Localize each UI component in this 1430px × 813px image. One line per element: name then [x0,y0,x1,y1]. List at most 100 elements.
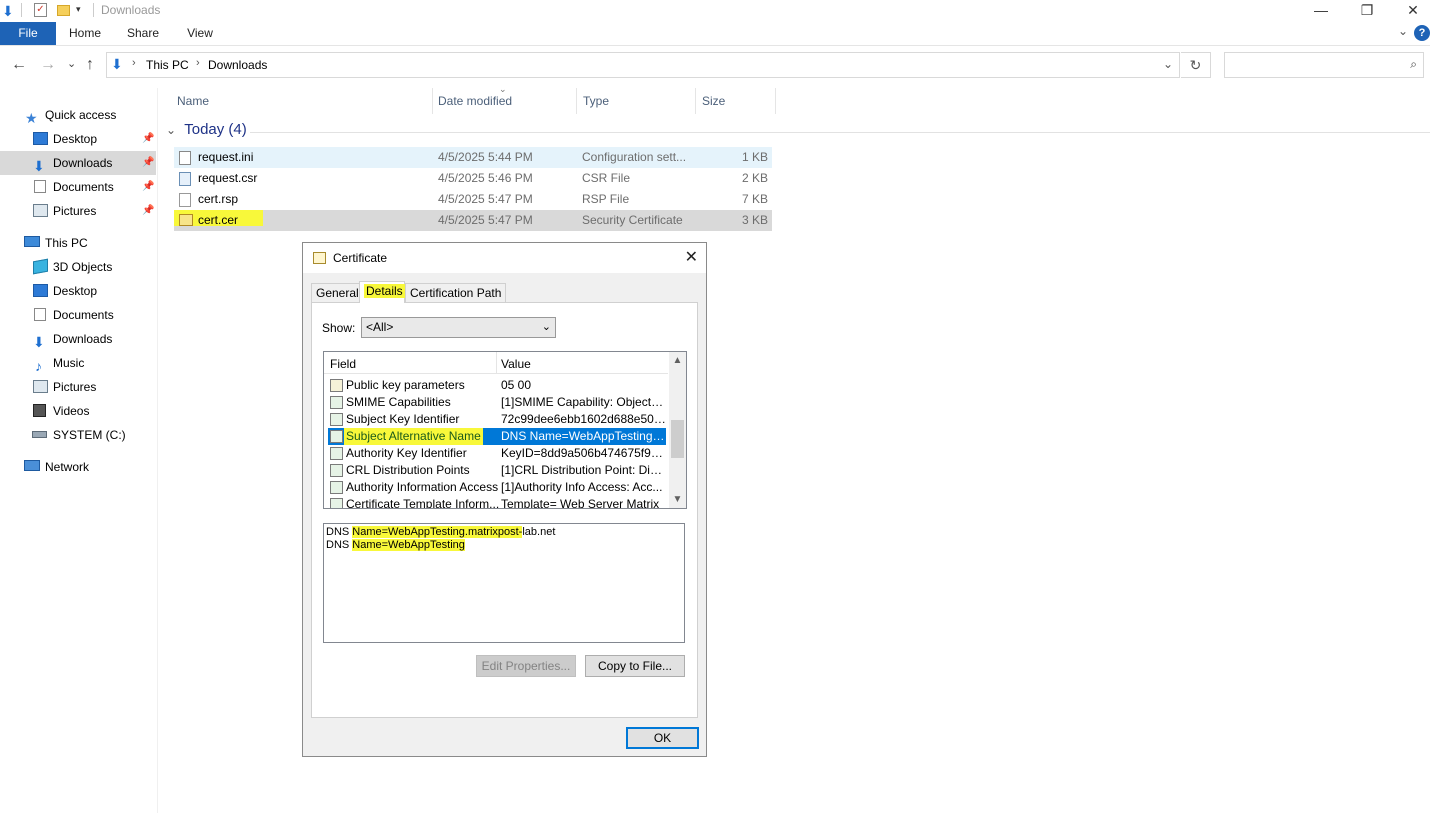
tab-share[interactable]: Share [120,22,166,45]
field-row[interactable]: Authority Key Identifier KeyID=8dd9a506b… [328,445,666,462]
field-icon [330,430,343,443]
column-header-date[interactable]: Date modified [438,88,512,114]
column-divider[interactable] [432,88,433,114]
pin-icon[interactable]: 📌 [142,151,154,175]
show-select[interactable]: <All> ⌄ [361,317,556,338]
new-folder-icon[interactable] [57,5,70,16]
column-header-name[interactable]: Name [177,88,209,114]
breadcrumb-this-pc[interactable]: This PC [146,58,189,72]
field-row[interactable]: Subject Key Identifier 72c99dee6ebb1602d… [328,411,666,428]
search-input[interactable]: ⌕ [1224,52,1424,78]
tab-details-label: Details [364,284,405,298]
download-arrow-icon: ⬇ [111,56,123,72]
group-header-today[interactable]: ⌄ Today (4) [166,121,247,141]
column-header-type[interactable]: Type [583,88,609,114]
pin-icon[interactable]: 📌 [142,175,154,199]
drive-icon [32,431,47,438]
sidebar-item-quick-access[interactable]: ★ Quick access [0,103,156,127]
address-bar[interactable]: ⬇ › This PC › Downloads ⌄ [106,52,1180,78]
fields-scrollbar[interactable]: ▲ ▼ [669,352,686,508]
field-row[interactable]: CRL Distribution Points [1]CRL Distribut… [328,462,666,479]
value-column-header[interactable]: Value [501,357,531,371]
file-row[interactable]: cert.rsp 4/5/2025 5:47 PM RSP File 7 KB [174,189,772,210]
refresh-button[interactable]: ↻ [1181,52,1211,78]
copy-to-file-button[interactable]: Copy to File... [585,655,685,677]
divider [21,3,22,17]
sidebar-item-documents-pc[interactable]: Documents [0,303,156,327]
address-dropdown-icon[interactable]: ⌄ [1163,57,1173,71]
chevron-down-icon: ⌄ [541,321,551,333]
tab-home[interactable]: Home [62,22,108,45]
sidebar-item-pictures[interactable]: Pictures 📌 [0,199,156,223]
pin-icon[interactable]: 📌 [142,127,154,151]
sidebar-item-3d-objects[interactable]: 3D Objects [0,255,156,279]
maximize-button[interactable]: ❐ [1344,0,1390,22]
music-note-icon: ♪ [35,358,42,374]
breadcrumb-downloads[interactable]: Downloads [208,58,267,72]
column-divider[interactable] [576,88,577,114]
pin-icon[interactable]: 📌 [142,199,154,223]
sidebar-item-desktop-pc[interactable]: Desktop [0,279,156,303]
sidebar-item-documents[interactable]: Documents 📌 [0,175,156,199]
expand-ribbon-icon[interactable]: ⌄ [1398,24,1408,38]
dialog-title: Certificate [333,251,388,265]
sidebar-item-music[interactable]: ♪ Music [0,351,156,375]
column-header-size[interactable]: Size [702,88,725,114]
up-button[interactable]: ↑ [86,56,94,74]
desktop-icon [33,132,48,145]
scroll-down-icon[interactable]: ▼ [669,491,686,508]
field-row[interactable]: Certificate Template Inform... Template=… [328,496,666,508]
file-row[interactable]: request.csr 4/5/2025 5:46 PM CSR File 2 … [174,168,772,189]
file-row-selected[interactable]: cert.cer 4/5/2025 5:47 PM Security Certi… [174,210,772,231]
minimize-button[interactable]: — [1298,0,1344,22]
sidebar-item-label: Music [53,356,85,370]
field-row-selected[interactable]: Subject Alternative Name DNS Name=WebApp… [328,428,666,445]
sidebar-item-downloads[interactable]: ⬇ Downloads 📌 [0,151,156,175]
recent-locations-button[interactable]: ⌄ [67,57,76,70]
help-icon[interactable]: ? [1414,25,1430,41]
tab-details[interactable]: Details [359,281,405,303]
file-date: 4/5/2025 5:44 PM [438,150,533,164]
breadcrumb-separator-icon[interactable]: › [132,57,136,69]
ok-button[interactable]: OK [626,727,699,749]
scroll-up-icon[interactable]: ▲ [669,352,686,369]
sidebar-item-system-drive[interactable]: SYSTEM (C:) [0,423,156,447]
field-name: Authority Key Identifier [346,446,467,460]
collapse-chevron-icon[interactable]: ⌄ [166,123,176,137]
dialog-close-button[interactable]: ✕ [685,247,698,267]
forward-button[interactable]: → [40,56,56,74]
fields-list[interactable]: Field Value Public key parameters 05 00 … [323,351,687,509]
tab-general[interactable]: General [311,283,364,303]
sidebar-item-downloads-pc[interactable]: ⬇ Downloads [0,327,156,351]
certificate-icon [313,252,326,264]
tab-certification-path[interactable]: Certification Path [405,283,507,303]
csr-file-icon [179,172,191,186]
sidebar-item-desktop[interactable]: Desktop 📌 [0,127,156,151]
back-button[interactable]: ← [11,56,27,74]
sidebar-item-this-pc[interactable]: This PC [0,231,156,255]
file-type: CSR File [582,171,631,185]
column-divider[interactable] [775,88,776,114]
scroll-thumb[interactable] [671,420,684,458]
column-divider[interactable] [695,88,696,114]
sidebar-item-videos[interactable]: Videos [0,399,156,423]
field-row[interactable]: Authority Information Access [1]Authorit… [328,479,666,496]
field-column-header[interactable]: Field [330,357,356,371]
customize-toolbar-icon[interactable]: ▾ [76,4,81,15]
window-title: Downloads [101,3,161,17]
properties-icon[interactable]: ✓ [34,3,47,17]
file-row[interactable]: request.ini 4/5/2025 5:44 PM Configurati… [174,147,772,168]
column-divider[interactable] [496,352,497,374]
edit-properties-button[interactable]: Edit Properties... [476,655,576,677]
breadcrumb-separator-icon[interactable]: › [196,57,200,69]
tab-file[interactable]: File [0,22,56,45]
field-name: Subject Alternative Name [344,428,483,445]
close-window-button[interactable]: ✕ [1390,0,1430,22]
search-icon: ⌕ [1410,57,1417,71]
sidebar-item-network[interactable]: Network [0,455,156,479]
field-row[interactable]: Public key parameters 05 00 [328,377,666,394]
tab-view[interactable]: View [178,22,222,45]
field-detail-text[interactable]: DNS Name=WebAppTesting.matrixpost-lab.ne… [323,523,685,643]
sidebar-item-pictures-pc[interactable]: Pictures [0,375,156,399]
field-row[interactable]: SMIME Capabilities [1]SMIME Capability: … [328,394,666,411]
